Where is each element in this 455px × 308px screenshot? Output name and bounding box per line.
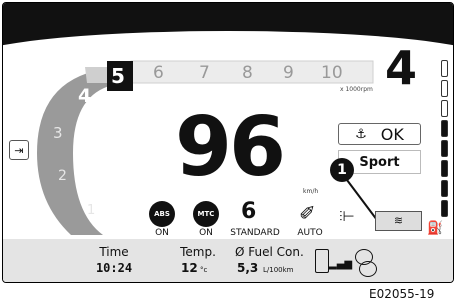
fuel-consumption-value: 5,3 <box>237 261 259 275</box>
fuel-bar-4 <box>441 120 448 137</box>
fuel-bar-3 <box>441 100 448 117</box>
gear-arc-1: 1 <box>87 203 96 218</box>
fuel-bar-1 <box>441 60 448 77</box>
temp-label: Temp. <box>180 245 216 259</box>
fuel-bar-7 <box>441 180 448 197</box>
fuel-consumption-unit: L/100km <box>263 266 294 274</box>
fuel-bar-5 <box>441 140 448 157</box>
temp-unit: °c <box>200 266 208 274</box>
rpm-unit: x 1000rpm <box>340 86 373 93</box>
temp-value: 12 <box>181 261 198 275</box>
gear-arc-4: 4 <box>78 85 92 107</box>
fuel-pump-icon: ⛽ <box>427 221 444 236</box>
mtc-icon: MTC <box>193 201 219 227</box>
gear-arc-2: 2 <box>58 168 67 184</box>
menu-enter-icon[interactable]: ⇥ <box>9 140 29 160</box>
rpm-label-10: 10 <box>321 63 343 83</box>
suspension-status: AUTO <box>297 228 323 238</box>
control-icon: ⚓ <box>355 126 367 142</box>
rpm-label-7: 7 <box>199 63 210 83</box>
signal-icon: ▂▄▆ <box>329 259 353 270</box>
helmet-icon-2 <box>359 261 377 277</box>
time-value: 10:24 <box>95 261 133 275</box>
gear-indicator: 4 <box>385 41 418 95</box>
seat-heating-icon: ≋ <box>375 211 422 231</box>
time-label: Time <box>99 245 129 259</box>
abs-icon: ABS <box>149 201 175 227</box>
fuel-bar-6 <box>441 160 448 177</box>
speed-unit: km/h <box>303 188 319 195</box>
rpm-label-6: 6 <box>153 63 164 83</box>
rpm-label-9: 9 <box>283 63 294 83</box>
abs-status: ON <box>155 228 169 238</box>
fuel-bar-2 <box>441 80 448 97</box>
suspension-icon: ✐ <box>299 201 316 225</box>
fuel-bar-8 <box>441 200 448 217</box>
engine-map-icon: 6 <box>241 199 257 224</box>
ok-button[interactable]: ⚓ OK <box>338 123 421 145</box>
grip-heating-icon: ⫶⊢ <box>339 209 355 225</box>
fuel-consumption-label: Ø Fuel Con. <box>235 245 304 259</box>
info-panel <box>3 239 453 282</box>
gear-arc-5: 5 <box>111 64 125 88</box>
dashboard-display: 5 4 3 2 1 6 7 8 9 10 x 1000rpm 4 ⇥ 96 km… <box>2 2 454 283</box>
speed-value: 96 <box>175 100 286 195</box>
engine-map-status: STANDARD <box>230 228 280 238</box>
rpm-label-8: 8 <box>242 63 253 83</box>
phone-icon <box>315 249 329 273</box>
mtc-status: ON <box>199 228 213 238</box>
ok-label: OK <box>380 124 404 144</box>
gear-arc-3: 3 <box>53 124 63 142</box>
figure-reference: E02055-19 <box>369 287 435 301</box>
